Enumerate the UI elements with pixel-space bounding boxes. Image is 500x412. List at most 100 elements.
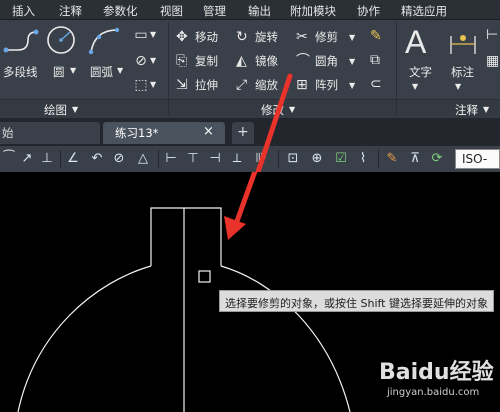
tab-view[interactable]: 视图 xyxy=(160,3,183,19)
tab-annotate[interactable]: 注释 xyxy=(59,3,82,19)
angle-icon[interactable]: ∠ xyxy=(64,150,82,168)
array-button[interactable]: 阵列 xyxy=(315,77,338,93)
tab-addons[interactable]: 附加模块 xyxy=(290,3,336,19)
tab-close-icon[interactable]: × xyxy=(203,124,214,139)
scale-icon: ⤢ xyxy=(236,77,248,93)
erase-icon[interactable]: ✎ xyxy=(370,29,382,43)
mirror-icon: ◭ xyxy=(236,53,247,69)
circle-arc-right xyxy=(220,265,351,412)
tab-parametric[interactable]: 参数化 xyxy=(103,3,138,19)
tab-output[interactable]: 输出 xyxy=(248,3,271,19)
draw-panel-label: 绘图 xyxy=(44,103,67,117)
baseline-icon[interactable]: ⊣ xyxy=(206,150,224,168)
center-mark-icon[interactable]: ⊕ xyxy=(308,150,326,168)
circle-arc-left xyxy=(17,265,152,412)
hatch-icon[interactable]: ⊘ xyxy=(132,54,150,68)
continue-dimension-icon[interactable]: ⟂ xyxy=(228,150,246,168)
boundary-dropdown-icon[interactable]: ▼ xyxy=(150,78,156,92)
jogged-icon[interactable]: ⌇ xyxy=(354,150,372,168)
modify-panel-expand-icon[interactable]: ▼ xyxy=(289,105,295,114)
tab-start-label: 始 xyxy=(2,126,14,140)
arc-dropdown-icon[interactable]: ▼ xyxy=(117,66,123,75)
hatch-dropdown-icon[interactable]: ▼ xyxy=(150,54,156,68)
text-button[interactable]: 文字 xyxy=(409,64,432,80)
dimension-button[interactable]: 标注 xyxy=(451,64,474,80)
leader-icon[interactable]: ⊢ xyxy=(486,28,498,42)
construction-line-icon[interactable]: ⊥ xyxy=(38,150,56,168)
stretch-icon: ⇲ xyxy=(176,77,188,93)
annotation-panel-label: 注释 xyxy=(455,103,478,117)
rotate-icon: ↻ xyxy=(236,29,248,45)
quick-toolbar: ⁀ ↗ ⊥ ∠ ↶ ⊘ △ ⊢ ⊤ ⊣ ⟂ ⊪ ⊡ ⊕ ☑ ⌇ ✎ ⊼ ⟳ IS… xyxy=(0,145,500,172)
tab-manage[interactable]: 管理 xyxy=(203,3,226,19)
tab-drawing-current[interactable]: 练习13* × xyxy=(103,122,225,144)
pickbox-cursor xyxy=(198,270,211,283)
text-icon[interactable]: A xyxy=(405,26,426,58)
arc-button[interactable]: 圆弧 xyxy=(90,64,113,80)
trim-button[interactable]: 修剪 xyxy=(315,29,338,45)
table-icon[interactable]: ▦ xyxy=(486,54,499,68)
copy-button[interactable]: 复制 xyxy=(195,53,218,69)
baidu-watermark: Baidu经验 jingyan.baidu.com xyxy=(379,354,494,398)
annotation-arrow-shaft xyxy=(233,172,258,227)
watermark-url: jingyan.baidu.com xyxy=(387,387,480,398)
annotation-panel-title[interactable]: 注释 ▼ xyxy=(397,99,500,118)
plus-icon: + xyxy=(237,124,249,140)
move-icon: ✥ xyxy=(176,29,188,45)
tab-collaborate[interactable]: 协作 xyxy=(357,3,380,19)
stem-outline xyxy=(150,207,222,266)
draw-panel-title[interactable]: 绘图 ▼ xyxy=(0,99,168,118)
dimension-text-edit-icon[interactable]: ⊼ xyxy=(406,150,424,168)
annotation-panel-expand-icon[interactable]: ▼ xyxy=(483,105,489,114)
arc-dimension-icon[interactable]: ↶ xyxy=(88,150,106,168)
copy-icon: ⎘ xyxy=(176,53,188,69)
spline-icon[interactable]: ⁀ xyxy=(0,150,18,168)
scale-button[interactable]: 缩放 xyxy=(255,77,278,93)
linear-dimension-icon[interactable]: ⊢ xyxy=(162,150,180,168)
mirror-button[interactable]: 镜像 xyxy=(255,53,278,69)
rectangle-icon[interactable]: ▭ xyxy=(132,28,150,42)
draw-panel-expand-icon[interactable]: ▼ xyxy=(72,105,78,114)
circle-icon[interactable] xyxy=(45,24,77,56)
offset-icon[interactable]: ⊂ xyxy=(370,77,382,91)
tab-featured-apps[interactable]: 精选应用 xyxy=(401,3,447,19)
explode-icon[interactable]: ⧉ xyxy=(370,53,380,67)
ribbon-tab-bar: 插入 注释 参数化 视图 管理 输出 附加模块 协作 精选应用 xyxy=(0,0,500,20)
watermark-brand: Baidu经验 xyxy=(379,360,494,385)
array-dropdown-icon[interactable]: ▼ xyxy=(349,79,355,93)
tolerance-icon[interactable]: ⊡ xyxy=(284,150,302,168)
fillet-dropdown-icon[interactable]: ▼ xyxy=(349,55,355,69)
modify-panel-title[interactable]: 修改 ▼ xyxy=(169,99,396,118)
rectangle-dropdown-icon[interactable]: ▼ xyxy=(150,28,156,42)
inspection-icon[interactable]: ☑ xyxy=(332,150,350,168)
dimension-icon[interactable] xyxy=(447,30,479,58)
update-dimension-icon[interactable]: ⟳ xyxy=(428,150,446,168)
move-button[interactable]: 移动 xyxy=(195,29,218,45)
polyline-button[interactable]: 多段线 xyxy=(3,64,38,80)
add-tab-button[interactable]: + xyxy=(232,122,254,144)
fillet-button[interactable]: 圆角 xyxy=(315,53,338,69)
array-icon: ⊞ xyxy=(296,77,308,93)
stretch-button[interactable]: 拉伸 xyxy=(195,77,218,93)
modify-panel-label: 修改 xyxy=(261,103,284,117)
rotate-button[interactable]: 旋转 xyxy=(255,29,278,45)
polyline-icon[interactable] xyxy=(2,28,42,56)
text-dropdown-icon[interactable]: ▼ xyxy=(412,82,418,91)
boundary-icon[interactable]: ⬚ xyxy=(132,78,150,92)
quick-dimension-icon[interactable]: ⊪ xyxy=(252,150,270,168)
dimension-style-select[interactable]: ISO- xyxy=(455,149,500,169)
arc-icon[interactable] xyxy=(87,26,121,56)
polyline-edit-icon[interactable]: ↗ xyxy=(18,150,36,168)
diameter-icon[interactable]: ⊘ xyxy=(110,150,128,168)
trim-dropdown-icon[interactable]: ▼ xyxy=(349,31,355,45)
aligned-dimension-icon[interactable]: ⊤ xyxy=(184,150,202,168)
angular-dimension-icon[interactable]: △ xyxy=(134,150,152,168)
edit-dimension-icon[interactable]: ✎ xyxy=(383,150,401,168)
tab-start[interactable]: 始 xyxy=(0,122,100,144)
tab-current-label: 练习13* xyxy=(115,126,159,140)
dimension-dropdown-icon[interactable]: ▼ xyxy=(455,82,461,91)
tab-insert[interactable]: 插入 xyxy=(12,3,35,19)
command-tooltip: 选择要修剪的对象，或按住 Shift 键选择要延伸的对象 xyxy=(219,290,494,312)
circle-button[interactable]: 圆 xyxy=(53,64,65,80)
circle-dropdown-icon[interactable]: ▼ xyxy=(70,66,76,75)
